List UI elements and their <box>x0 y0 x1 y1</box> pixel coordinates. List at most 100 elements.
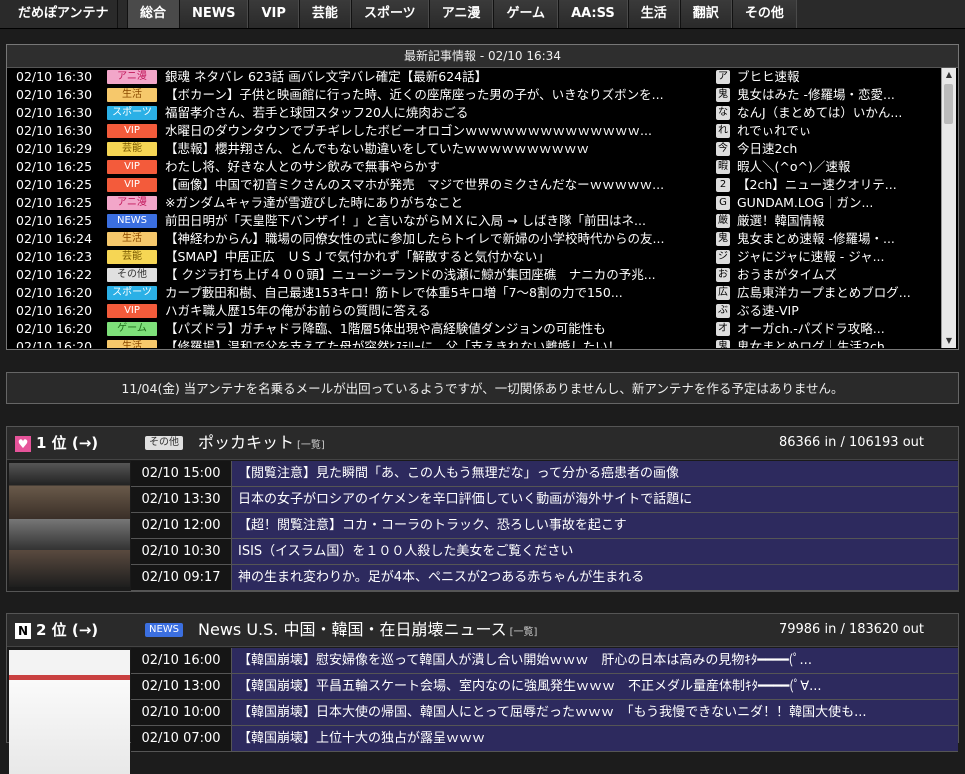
category-badge[interactable]: スポーツ <box>107 286 157 300</box>
nav-tab[interactable]: AA:SS <box>558 0 628 28</box>
article-title-link[interactable]: 福留孝介さん、若手と球団スタッフ20人に焼肉おごる <box>165 104 705 122</box>
category-badge[interactable]: NEWS <box>145 623 184 637</box>
latest-article-row[interactable]: 02/10 16:20 VIP ハガキ職人歴15年の俺がお前らの質問に答えるぶぶる速… <box>15 302 940 320</box>
article-title-link[interactable]: 【韓国崩壊】慰安婦像を巡って韓国人が潰し合い開始ｗｗｗ 肝心の日本は高みの見物ｷ… <box>232 648 958 673</box>
category-badge[interactable]: NEWS <box>107 214 157 228</box>
article-title-link[interactable]: カープ藪田和樹、自己最速153キロ！筋トレで体重5キロ増「7～8割の力で150.… <box>165 284 705 302</box>
article-title-link[interactable]: 前田日明が「天皇陛下バンザイ！」と言いながらＭＸに入局 → しばき隊「前田はネ.… <box>165 212 705 230</box>
list-link[interactable]: [一覧] <box>297 440 325 451</box>
site-name-link[interactable]: GUNDAM.LOG｜ガン... <box>737 194 937 212</box>
category-badge[interactable]: その他 <box>107 268 157 282</box>
nav-tab[interactable]: VIP <box>248 0 299 28</box>
nav-tab[interactable]: アニ漫 <box>428 0 494 28</box>
site-name-text[interactable]: News U.S. 中国・韓国・在日崩壊ニュース <box>198 620 507 639</box>
latest-article-row[interactable]: 02/10 16:20 ゲーム 【パズドラ】ガチャドラ降臨、1階層5体出現や高経験値… <box>15 320 940 338</box>
latest-article-row[interactable]: 02/10 16:30 VIP 水曜日のダウンタウンでブチギレしたボビーオロゴンｗｗ… <box>15 122 940 140</box>
article-title-link[interactable]: 【韓国崩壊】日本大使の帰国、韓国人にとって屈辱だったｗｗｗ 「もう我慢できないニ… <box>232 700 958 725</box>
category-badge[interactable]: スポーツ <box>107 106 157 120</box>
site-name-link[interactable]: なんJ（まとめては）いかん... <box>737 104 937 122</box>
list-link[interactable]: [一覧] <box>510 627 538 638</box>
site-name-link[interactable]: 広島東洋カープまとめブログ... <box>737 284 937 302</box>
article-title-link[interactable]: 【韓国崩壊】上位十大の独占が露呈ｗｗｗ <box>232 726 958 751</box>
category-badge[interactable]: 生活 <box>107 340 157 348</box>
scroll-up-arrow-icon[interactable]: ▲ <box>942 68 956 82</box>
article-title-link[interactable]: 【超！閲覧注意】コカ・コーラのトラック、恐ろしい事故を起こす <box>232 513 958 538</box>
article-title-link[interactable]: 銀魂 ネタバレ 623話 画バレ文字バレ確定【最新624話】 <box>165 68 705 86</box>
site-logo[interactable]: だめぽアンテナ <box>0 0 119 28</box>
category-badge[interactable]: アニ漫 <box>107 70 157 84</box>
article-title-link[interactable]: 【画像】中国で初音ミクさんのスマホが発売 マジで世界のミクさんだなーｗｗｗｗｗ.… <box>165 176 705 194</box>
article-title-link[interactable]: 水曜日のダウンタウンでブチギレしたボビーオロゴンｗｗｗｗｗｗｗｗｗｗｗｗｗｗ..… <box>165 122 705 140</box>
nav-tab[interactable]: 翻訳 <box>679 0 732 28</box>
latest-article-row[interactable]: 02/10 16:20 生活 【修羅場】温和で父を支えてた母が突然ﾋｽﾃﾘｰに。父「… <box>15 338 940 348</box>
article-row[interactable]: 02/10 10:00 【韓国崩壊】日本大使の帰国、韓国人にとって屈辱だったｗｗｗ… <box>131 700 958 726</box>
category-badge[interactable]: VIP <box>107 178 157 192</box>
site-name-link[interactable]: ブヒヒ速報 <box>737 68 937 86</box>
article-title-link[interactable]: ハガキ職人歴15年の俺がお前らの質問に答える <box>165 302 705 320</box>
site-name-link[interactable]: れでぃれでぃ <box>737 122 937 140</box>
article-title-link[interactable]: 【神経わからん】職場の同僚女性の式に参加したらトイレで新婦の小学校時代からの友.… <box>165 230 705 248</box>
latest-article-row[interactable]: 02/10 16:30 スポーツ 福留孝介さん、若手と球団スタッフ20人に焼肉おごる… <box>15 104 940 122</box>
category-badge[interactable]: 生活 <box>107 88 157 102</box>
category-badge[interactable]: その他 <box>145 436 183 450</box>
site-name-link[interactable]: オーガch.-パズドラ攻略... <box>737 320 937 338</box>
article-title-link[interactable]: 【パズドラ】ガチャドラ降臨、1階層5体出現や高経験値ダンジョンの可能性も <box>165 320 705 338</box>
latest-article-row[interactable]: 02/10 16:25 アニ漫 ※ガンダムキャラ達が雪遊びした時にありがちなこと G G… <box>15 194 940 212</box>
latest-article-row[interactable]: 02/10 16:29 芸能 【悲報】櫻井翔さん、とんでもない勘違いをしていたｗｗｗ… <box>15 140 940 158</box>
latest-article-row[interactable]: 02/10 16:23 芸能 【SMAP】中居正広 ＵＳＪで気付かれず「解散すると気… <box>15 248 940 266</box>
site-name-link[interactable]: 鬼女はみた -修羅場・恋愛... <box>737 86 937 104</box>
article-title-link[interactable]: ※ガンダムキャラ達が雪遊びした時にありがちなこと <box>165 194 705 212</box>
article-row[interactable]: 02/10 07:00 【韓国崩壊】上位十大の独占が露呈ｗｗｗ <box>131 726 958 752</box>
article-title-link[interactable]: ISIS（イスラム国）を１００人殺した美女をご覧ください <box>232 539 958 564</box>
latest-article-row[interactable]: 02/10 16:22 その他【 クジラ打ち上げ４００頭】ニュージーランドの浅瀬に… <box>15 266 940 284</box>
site-thumbnail[interactable] <box>9 463 130 587</box>
article-row[interactable]: 02/10 10:30 ISIS（イスラム国）を１００人殺した美女をご覧ください <box>131 539 958 565</box>
scrollbar-thumb[interactable] <box>944 84 953 124</box>
latest-article-row[interactable]: 02/10 16:30 生活 【ボカーン】子供と映画館に行った時、近くの座席座った男… <box>15 86 940 104</box>
nav-tab[interactable]: NEWS <box>179 0 249 28</box>
site-name-link[interactable]: 鬼女まとめログ｜生活2ch... <box>737 338 937 348</box>
category-badge[interactable]: 生活 <box>107 232 157 246</box>
article-title-link[interactable]: 【SMAP】中居正広 ＵＳＪで気付かれず「解散すると気付かない」 <box>165 248 705 266</box>
site-name-link[interactable]: ぶる速-VIP <box>737 302 937 320</box>
article-title-link[interactable]: 日本の女子がロシアのイケメンを辛口評価していく動画が海外サイトで話題に <box>232 487 958 512</box>
article-title-link[interactable]: 【 クジラ打ち上げ４００頭】ニュージーランドの浅瀬に鯨が集団座礁 ナニカの予兆.… <box>165 266 705 284</box>
category-badge[interactable]: VIP <box>107 124 157 138</box>
latest-article-row[interactable]: 02/10 16:25 VIP わたし将、好きな人とのサシ飲みで無事やらかす暇暇人＼… <box>15 158 940 176</box>
nav-tab[interactable]: ゲーム <box>493 0 559 28</box>
article-row[interactable]: 02/10 15:00 【閲覧注意】見た瞬間「あ、この人もう無理だな」って分かる癌… <box>131 461 958 487</box>
site-name-link[interactable]: ポッカキット [一覧] <box>198 427 325 462</box>
latest-article-row[interactable]: 02/10 16:20 スポーツ カープ藪田和樹、自己最速153キロ！筋トレで体重5… <box>15 284 940 302</box>
latest-article-row[interactable]: 02/10 16:25 NEWS 前田日明が「天皇陛下バンザイ！」と言いながらＭＸに… <box>15 212 940 230</box>
article-title-link[interactable]: 【ボカーン】子供と映画館に行った時、近くの座席座った男の子が、いきなりズボンを.… <box>165 86 705 104</box>
site-name-link[interactable]: ジャにジャに速報 - ジャ... <box>737 248 937 266</box>
site-name-link[interactable]: おうまがタイムズ <box>737 266 937 284</box>
nav-tab[interactable]: 生活 <box>627 0 680 28</box>
article-title-link[interactable]: 【閲覧注意】見た瞬間「あ、この人もう無理だな」って分かる癌患者の画像 <box>232 461 958 486</box>
scroll-down-arrow-icon[interactable]: ▼ <box>942 334 956 348</box>
site-name-link[interactable]: 鬼女まとめ速報 -修羅場・... <box>737 230 937 248</box>
category-badge[interactable]: 芸能 <box>107 142 157 156</box>
article-title-link[interactable]: 【悲報】櫻井翔さん、とんでもない勘違いをしていたｗｗｗｗｗｗｗｗｗｗ <box>165 140 705 158</box>
article-row[interactable]: 02/10 09:17 神の生まれ変わりか。足が4本、ペニスが2つある赤ちゃんが生… <box>131 565 958 591</box>
category-badge[interactable]: 芸能 <box>107 250 157 264</box>
site-name-link[interactable]: 【2ch】ニュー速クオリテ... <box>737 176 937 194</box>
article-title-link[interactable]: 【修羅場】温和で父を支えてた母が突然ﾋｽﾃﾘｰに。父「支えきれない離婚したい！.… <box>165 338 705 348</box>
article-row[interactable]: 02/10 16:00 【韓国崩壊】慰安婦像を巡って韓国人が潰し合い開始ｗｗｗ 肝… <box>131 648 958 674</box>
category-badge[interactable]: VIP <box>107 304 157 318</box>
latest-article-row[interactable]: 02/10 16:24 生活 【神経わからん】職場の同僚女性の式に参加したらトイレで… <box>15 230 940 248</box>
category-badge[interactable]: VIP <box>107 160 157 174</box>
article-row[interactable]: 02/10 12:00 【超！閲覧注意】コカ・コーラのトラック、恐ろしい事故を起こ… <box>131 513 958 539</box>
site-name-link[interactable]: News U.S. 中国・韓国・在日崩壊ニュース [一覧] <box>198 614 537 649</box>
article-title-link[interactable]: 【韓国崩壊】平昌五輪スケート会場、室内なのに強風発生ｗｗｗ 不正メダル量産体制ｷ… <box>232 674 958 699</box>
category-badge[interactable]: ゲーム <box>107 322 157 336</box>
article-title-link[interactable]: わたし将、好きな人とのサシ飲みで無事やらかす <box>165 158 705 176</box>
latest-article-row[interactable]: 02/10 16:25 VIP 【画像】中国で初音ミクさんのスマホが発売 マジで世界… <box>15 176 940 194</box>
category-badge[interactable]: アニ漫 <box>107 196 157 210</box>
site-name-link[interactable]: 厳選！韓国情報 <box>737 212 937 230</box>
article-title-link[interactable]: 神の生まれ変わりか。足が4本、ペニスが2つある赤ちゃんが生まれる <box>232 565 958 590</box>
latest-articles-list[interactable]: 02/10 16:30 アニ漫 銀魂 ネタバレ 623話 画バレ文字バレ確定【最新6… <box>15 68 940 348</box>
article-row[interactable]: 02/10 13:00 【韓国崩壊】平昌五輪スケート会場、室内なのに強風発生ｗｗｗ… <box>131 674 958 700</box>
latest-scrollbar[interactable]: ▲ ▼ <box>941 68 956 348</box>
nav-tab[interactable]: 総合 <box>127 0 180 28</box>
